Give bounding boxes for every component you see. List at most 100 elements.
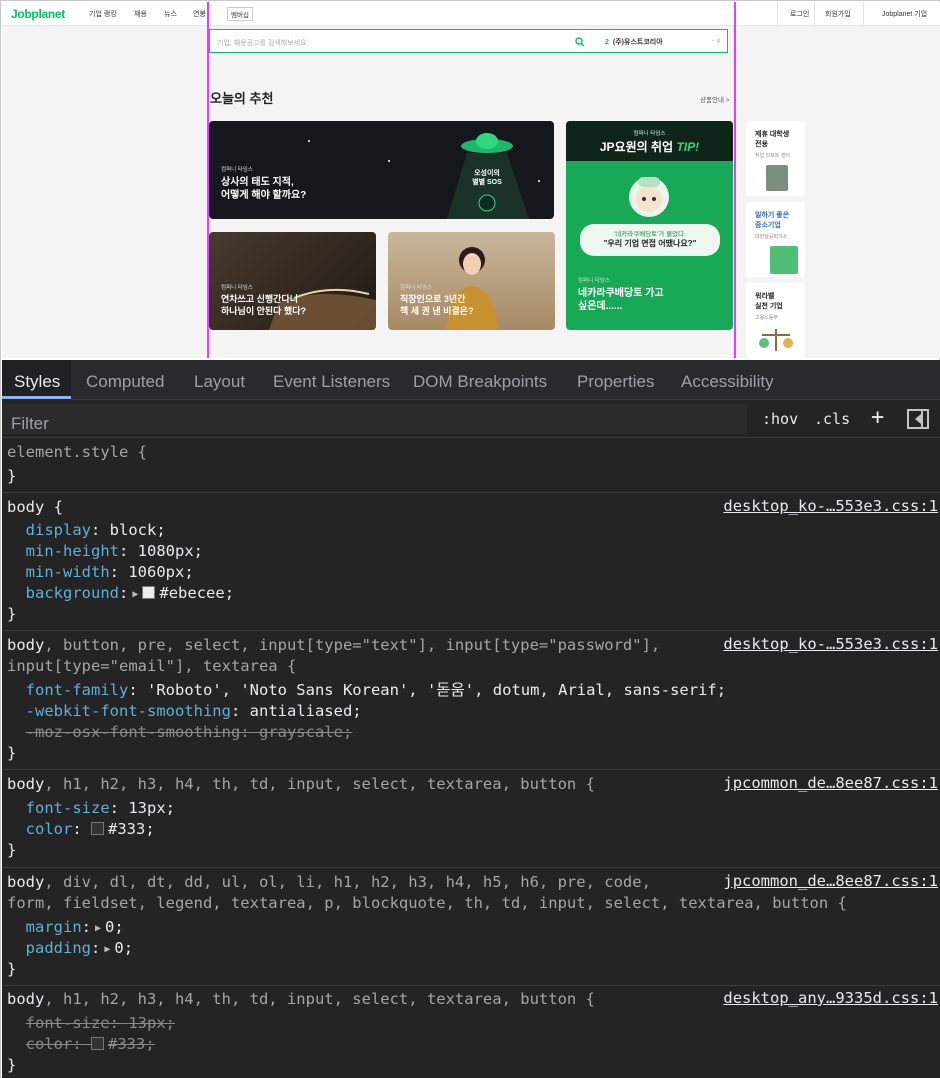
login-link[interactable]: 로그인 [790, 9, 809, 19]
prop-value: #ebecee; [159, 584, 235, 602]
tab-properties[interactable]: Properties [577, 372, 654, 392]
recommend-card-boss-attitude[interactable]: 오성이의 별별 SOS 컴퍼니 타임스 상사의 태도 지적, 어떻게 해야 할까… [209, 121, 554, 219]
tab-computed[interactable]: Computed [86, 372, 164, 392]
character-illustration [629, 177, 669, 217]
css-property[interactable]: padding: ▶ 0; [7, 938, 133, 960]
company-number: 2 [605, 39, 609, 46]
rule-selector[interactable]: body { [7, 497, 63, 518]
rule-selector[interactable]: body, button, pre, select, input[type="t… [7, 635, 660, 656]
nav-item-jobs[interactable]: 채용 [134, 9, 147, 19]
chevron-down-icon[interactable]: - ∨ [712, 37, 721, 45]
search-bar[interactable]: 기업, 채용공고를 검색해보세요. 2 (주)유스트코리아 - ∨ [209, 29, 728, 53]
selector-rest: form, fieldset, legend, textarea, p, blo… [7, 894, 847, 912]
card-title: 네카라쿠배당토 가고 싶은데...... [578, 288, 664, 312]
new-style-rule-icon[interactable]: + [871, 405, 884, 430]
selector-rest: , h1, h2, h3, h4, th, td, input, select,… [44, 990, 595, 1008]
source-link[interactable]: jpcommon_de…8ee87.css:1 [723, 872, 938, 890]
css-property[interactable]: -webkit-font-smoothing: antialiased; [7, 701, 362, 722]
membership-button[interactable]: 멤버십 [227, 7, 253, 21]
prop-name: min-width [25, 563, 110, 581]
nav-divider [777, 2, 778, 26]
bubble-title: "우리 기업 면접 어땠나요?" [603, 239, 697, 248]
card-title: 상사의 태도 지적, 어떻게 해야 할까요? [221, 177, 307, 201]
source-link[interactable]: jpcommon_de…8ee87.css:1 [723, 774, 938, 792]
selector-rest: , div, dl, dt, dd, ul, ol, li, h1, h2, h… [44, 873, 651, 891]
styles-filter-bar: Filter :hov .cls + [2, 400, 940, 438]
search-input[interactable]: 기업, 채용공고를 검색해보세요. [217, 38, 309, 48]
jobplanet-business-link[interactable]: Jobplanet 기업 [882, 9, 927, 19]
css-property[interactable]: font-family: 'Roboto', 'Noto Sans Korean… [7, 680, 726, 701]
source-link[interactable]: desktop_ko-…553e3.css:1 [723, 497, 938, 515]
search-icon[interactable] [575, 37, 585, 47]
css-property[interactable]: margin: ▶ 0; [7, 917, 124, 939]
expand-triangle-icon[interactable]: ▶ [104, 939, 110, 960]
webpage-viewport: Jobplanet 기업 랭킹 채용 뉴스 연봉 멤버십 로그인 회원가입 Jo… [2, 2, 940, 358]
tab-event-listeners[interactable]: Event Listeners [273, 372, 390, 392]
rule-selector[interactable]: body, h1, h2, h3, h4, th, td, input, sel… [7, 774, 595, 795]
rule-close-brace: } [7, 841, 17, 859]
bubble-subtitle: '네카라쿠배당토'가 물었다. [614, 231, 686, 238]
prop-name: min-height [25, 542, 119, 560]
rule-selector[interactable]: body, div, dl, dt, dd, ul, ol, li, h1, h… [7, 872, 651, 893]
prop-name: font-family [25, 681, 129, 699]
jobplanet-logo[interactable]: Jobplanet [11, 7, 65, 21]
css-property[interactable]: background: ▶ #ebecee; [7, 583, 234, 605]
tab-layout[interactable]: Layout [194, 372, 245, 392]
company-name: (주)유스트코리아 [612, 39, 663, 46]
css-property[interactable]: font-size: 13px; [7, 798, 175, 819]
prop-name: -webkit-font-smoothing [25, 702, 231, 720]
recommend-card-jp-tip[interactable]: 컴퍼니 타임스 JP요원의 취업 TIP! '네카라쿠배당토'가 물었다. "우… [566, 121, 733, 330]
top-nav: Jobplanet 기업 랭킹 채용 뉴스 연봉 멤버십 로그인 회원가입 Jo… [2, 2, 940, 26]
css-property[interactable]: min-width: 1060px; [7, 562, 194, 583]
nav-item-salary[interactable]: 연봉 [193, 9, 206, 19]
css-property[interactable]: color: #333; [7, 819, 155, 840]
tab-styles[interactable]: Styles [14, 372, 60, 392]
filter-input[interactable]: Filter [2, 404, 747, 434]
nav-item-news[interactable]: 뉴스 [164, 9, 177, 19]
product-guide-link[interactable]: 상품안내 > [700, 94, 730, 104]
card-tag: 컴퍼니 타임스 [578, 278, 610, 284]
signup-link[interactable]: 회원가입 [825, 9, 851, 19]
expand-triangle-icon[interactable]: ▶ [132, 584, 138, 605]
rule-selector-cont: input[type="email"], textarea { [7, 656, 296, 677]
expand-triangle-icon[interactable]: ▶ [95, 918, 101, 939]
sos-badge: 오성이의 별별 SOS [472, 170, 502, 186]
color-swatch[interactable] [91, 1037, 105, 1050]
css-property-overridden[interactable]: color: #333; [7, 1034, 155, 1055]
side-card-worklife[interactable]: 워라벨 실천 기업 고용노동부 [746, 283, 805, 358]
color-swatch[interactable] [142, 586, 156, 599]
hov-toggle[interactable]: :hov [762, 410, 798, 428]
css-property[interactable]: min-height: 1080px; [7, 541, 203, 562]
css-property-overridden[interactable]: font-size: 13px; [7, 1013, 175, 1034]
css-property[interactable]: display: block; [7, 520, 166, 541]
rule-divider [2, 630, 940, 631]
card-tag: 컴퍼니 타임스 [221, 285, 253, 291]
selector-match: body [7, 636, 45, 654]
color-swatch[interactable] [91, 822, 105, 835]
source-link[interactable]: desktop_any…9335d.css:1 [723, 989, 938, 1007]
devtools-tab-bar: Styles Computed Layout Event Listeners D… [2, 360, 940, 400]
side-card-sme[interactable]: 일하기 좋은 중소기업 대한상공회의소 [746, 202, 805, 277]
tab-accessibility[interactable]: Accessibility [681, 372, 774, 392]
card-tag: 컴퍼니 타임스 [221, 167, 253, 173]
selector-rest: , button, pre, select, input[type="text"… [44, 636, 661, 654]
nav-item-ranking[interactable]: 기업 랭킹 [89, 9, 117, 19]
tab-dom-breakpoints[interactable]: DOM Breakpoints [413, 372, 547, 392]
cls-toggle[interactable]: .cls [814, 410, 850, 428]
rule-selector[interactable]: body, h1, h2, h3, h4, th, td, input, sel… [7, 989, 595, 1010]
prop-value: 1080px; [137, 542, 203, 560]
source-link[interactable]: desktop_ko-…553e3.css:1 [723, 635, 938, 653]
rule-selector[interactable]: element.style { [7, 442, 147, 463]
side-card-university[interactable]: 제휴 대학생 전용 취업 리포트 센터 [746, 121, 805, 196]
prop-value: block; [109, 521, 166, 539]
prop-value: 1060px; [128, 563, 194, 581]
prop-value: 'Roboto', 'Noto Sans Korean', '돋움', dotu… [147, 681, 727, 699]
recommend-card-books[interactable]: 컴퍼니 타임스 직장인으로 3년간 책 세 권 낸 비결은? [388, 232, 555, 330]
side-card-sub: 취업 리포트 센터 [755, 153, 790, 159]
side-card-title: 워라벨 실천 기업 [755, 293, 783, 310]
css-property-overridden[interactable]: -moz-osx-font-smoothing: grayscale; [7, 722, 353, 743]
toggle-sidebar-icon[interactable] [907, 409, 929, 429]
company-selector[interactable]: 2 (주)유스트코리아 [605, 37, 663, 47]
recommend-card-vacation[interactable]: 컴퍼니 타임스 연차쓰고 신행간다니 하나님이 안된다 했다? [209, 232, 376, 330]
scale-icon [759, 329, 793, 351]
